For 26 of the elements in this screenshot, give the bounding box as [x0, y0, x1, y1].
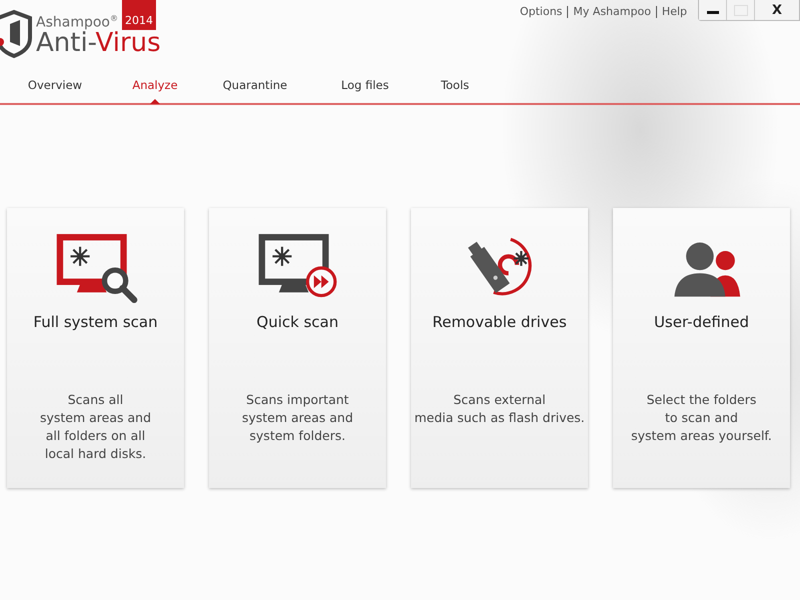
header-link[interactable]: Options [514, 6, 568, 18]
card-title: Full system scan [33, 313, 158, 331]
scan-card[interactable]: Removable drives Scans external media such as flash drives. [411, 208, 588, 488]
tab[interactable]: Tools [420, 72, 490, 103]
tab[interactable]: Overview [0, 72, 110, 103]
shield-logo-icon [0, 8, 32, 60]
brand-name: Ashampoo$^{®}$ [36, 14, 118, 31]
minimize-button[interactable] [699, 0, 727, 20]
year-badge: 2014 [122, 0, 156, 30]
card-title: Quick scan [256, 313, 338, 331]
product-name: Anti-Virus [36, 28, 161, 57]
header-link[interactable]: Help [656, 6, 692, 18]
card-description: Select the folders to scan and system areas yourself. [631, 391, 772, 445]
scan-card[interactable]: User-defined Select the folders to scan and system areas yourself. [613, 208, 790, 488]
close-button[interactable]: X [755, 0, 799, 20]
card-description: Scans important system areas and system folders. [242, 391, 354, 445]
tab[interactable]: Log files [310, 72, 420, 103]
card-title: User-defined [654, 313, 750, 331]
header-link[interactable]: My Ashampoo [567, 6, 656, 18]
scan-card[interactable]: Full system scan Scans all system areas and all folders on all local hard disks. [7, 208, 184, 488]
tab[interactable]: Quarantine [200, 72, 310, 103]
card-title: Removable drives [432, 313, 567, 331]
scan-card[interactable]: Quick scan Scans important system areas and system folders. [209, 208, 386, 488]
card-description: Scans all system areas and all folders on all local hard disks. [40, 391, 152, 463]
tab[interactable]: Analyze [110, 72, 200, 103]
card-description: Scans external media such as flash drives. [414, 391, 585, 427]
